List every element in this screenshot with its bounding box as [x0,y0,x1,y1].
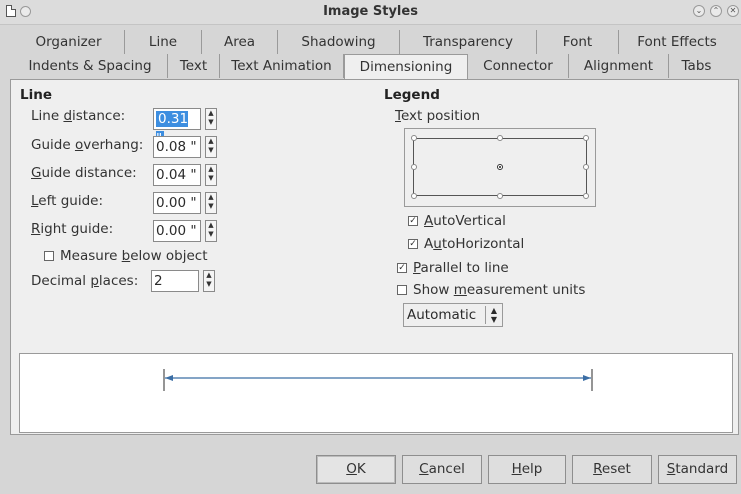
auto-horizontal-label: AutoHorizontal [424,236,525,252]
left-guide-value[interactable]: 0.00 " [153,192,201,214]
guide-overhang-value[interactable]: 0.08 " [153,136,201,158]
pos-middle-center-radio[interactable] [497,164,503,170]
tab-organizer[interactable]: Organizer [13,30,125,54]
window-controls: ⌄ ⌃ ✕ [693,5,739,17]
tab-dimensioning[interactable]: Dimensioning [344,54,468,79]
tabs-row-2: Indents & Spacing Text Text Animation Di… [13,54,735,79]
measurement-units-dropdown[interactable]: Automatic ▲ ▼ [403,303,503,327]
tab-area[interactable]: Area [202,30,278,54]
dimension-preview [19,353,733,433]
left-guide-label: Left guide: [31,193,104,209]
dropdown-arrows-icon[interactable]: ▲ ▼ [485,306,502,324]
right-guide-value[interactable]: 0.00 " [153,220,201,242]
tab-tabs[interactable]: Tabs [669,54,724,78]
right-guide-spinbox[interactable]: 0.00 " ▲ ▼ [153,220,217,242]
right-guide-spin-arrows[interactable]: ▲ ▼ [205,220,217,242]
standard-button[interactable]: Standard [658,455,737,484]
tab-line[interactable]: Line [125,30,202,54]
auto-vertical-label: AutoVertical [424,213,506,229]
tab-text[interactable]: Text [168,54,220,78]
pos-bottom-left-radio[interactable] [411,193,417,199]
line-distance-label: Line distance: [31,108,126,124]
auto-horizontal-checkbox[interactable]: ✓ AutoHorizontal [408,236,524,252]
tabs-row-1: Organizer Line Area Shadowing Transparen… [13,30,735,54]
line-distance-spin-arrows[interactable]: ▲ ▼ [205,108,217,130]
right-guide-label: Right guide: [31,221,114,237]
pos-top-left-radio[interactable] [411,135,417,141]
pos-bottom-center-radio[interactable] [497,193,503,199]
left-guide-spinbox[interactable]: 0.00 " ▲ ▼ [153,192,217,214]
measure-below-box[interactable] [44,251,54,261]
auto-vertical-box[interactable]: ✓ [408,216,418,226]
line-distance-value[interactable]: 0.31 " [153,108,201,147]
tab-font[interactable]: Font [537,30,619,54]
parallel-to-line-checkbox[interactable]: ✓ Parallel to line [397,260,509,276]
parallel-to-line-label: Parallel to line [413,260,509,276]
measure-below-label: Measure below object [60,248,208,264]
pos-bottom-right-radio[interactable] [583,193,589,199]
guide-overhang-spinbox[interactable]: 0.08 " ▲ ▼ [153,136,217,158]
tab-transparency[interactable]: Transparency [400,30,537,54]
right-arrowhead [583,375,591,381]
auto-horizontal-box[interactable]: ✓ [408,239,418,249]
decimal-places-spinbox[interactable]: 2 ▲ ▼ [151,270,215,292]
decimal-places-spin-arrows[interactable]: ▲ ▼ [203,270,215,292]
tab-alignment[interactable]: Alignment [569,54,669,78]
decimal-places-label: Decimal places: [31,273,139,289]
line-section-title: Line [20,87,52,103]
dimension-line-graphic [163,369,593,391]
text-position-label: Text position [395,108,481,124]
ok-button[interactable]: OK [316,455,396,484]
tab-font-effects[interactable]: Font Effects [619,30,735,54]
legend-section-title: Legend [384,87,440,103]
guide-distance-value[interactable]: 0.04 " [153,164,201,186]
cancel-button[interactable]: Cancel [402,455,482,484]
pos-middle-left-radio[interactable] [411,164,417,170]
tab-connector[interactable]: Connector [468,54,569,78]
decimal-places-value[interactable]: 2 [151,270,199,292]
minimize-icon[interactable]: ⌄ [693,5,705,17]
pos-top-right-radio[interactable] [583,135,589,141]
close-icon[interactable]: ✕ [727,5,739,17]
text-position-selector[interactable] [404,128,596,207]
left-arrowhead [165,375,173,381]
auto-vertical-checkbox[interactable]: ✓ AutoVertical [408,213,506,229]
maximize-icon[interactable]: ⌃ [710,5,722,17]
tab-text-animation[interactable]: Text Animation [220,54,344,78]
pos-middle-right-radio[interactable] [583,164,589,170]
show-units-checkbox[interactable]: Show measurement units [397,282,585,298]
parallel-to-line-box[interactable]: ✓ [397,263,407,273]
guide-distance-label: Guide distance: [31,165,137,181]
left-guide-spin-arrows[interactable]: ▲ ▼ [205,192,217,214]
guide-overhang-spin-arrows[interactable]: ▲ ▼ [205,136,217,158]
guide-distance-spinbox[interactable]: 0.04 " ▲ ▼ [153,164,217,186]
measure-below-checkbox[interactable]: Measure below object [44,248,208,264]
reset-button[interactable]: Reset [572,455,652,484]
window-title: Image Styles [323,4,418,19]
show-units-label: Show measurement units [413,282,586,298]
help-button[interactable]: Help [488,455,566,484]
tab-indents-spacing[interactable]: Indents & Spacing [13,54,168,78]
guide-overhang-label: Guide overhang: [31,137,144,153]
tab-shadowing[interactable]: Shadowing [278,30,400,54]
show-units-box[interactable] [397,285,407,295]
line-distance-spinbox[interactable]: 0.31 " ▲▼ [153,108,217,147]
guide-distance-spin-arrows[interactable]: ▲ ▼ [205,164,217,186]
title-bar: Image Styles ⌄ ⌃ ✕ [0,0,741,25]
measurement-units-value: Automatic [407,307,477,323]
pos-top-center-radio[interactable] [497,135,503,141]
